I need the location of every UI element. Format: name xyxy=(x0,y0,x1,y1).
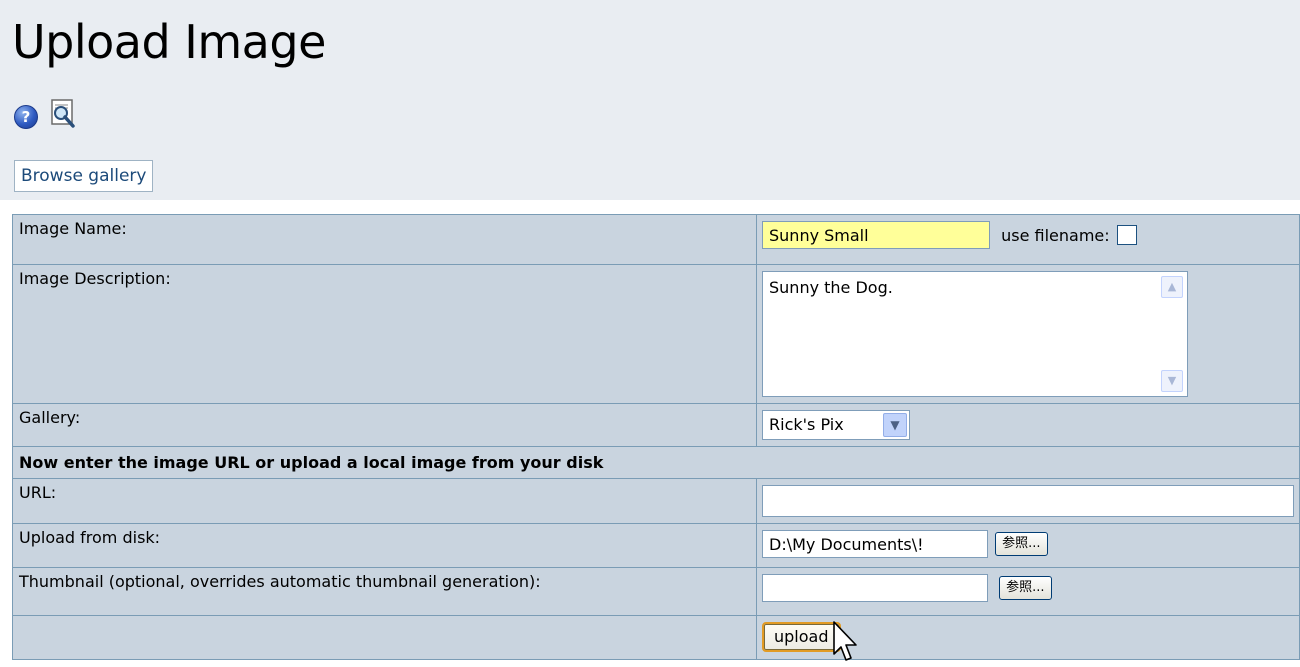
upload-form-table: Image Name: use filename: Image Descript… xyxy=(12,214,1300,660)
upload-browse-button[interactable]: 参照... xyxy=(995,532,1048,556)
image-description-textarea[interactable]: Sunny the Dog. ▲ ▼ xyxy=(762,271,1188,397)
scroll-down-icon[interactable]: ▼ xyxy=(1161,370,1183,392)
row-submit: upload xyxy=(12,615,1300,660)
row-url: URL: xyxy=(12,478,1300,524)
gallery-label: Gallery: xyxy=(12,403,757,447)
upload-file-input[interactable] xyxy=(762,530,988,558)
mouse-pointer-icon xyxy=(833,621,857,661)
row-image-name: Image Name: use filename: xyxy=(12,214,1300,265)
thumbnail-label: Thumbnail (optional, overrides automatic… xyxy=(12,567,757,616)
help-icon[interactable]: ? xyxy=(14,105,38,129)
row-gallery: Gallery: Rick's Pix ▼ xyxy=(12,403,1300,447)
scroll-up-icon[interactable]: ▲ xyxy=(1161,276,1183,298)
image-description-text: Sunny the Dog. xyxy=(769,278,893,297)
upload-button[interactable]: upload xyxy=(762,622,841,652)
image-name-cell: use filename: xyxy=(756,214,1300,265)
page-title: Upload Image xyxy=(12,15,326,69)
gallery-selected-value: Rick's Pix xyxy=(769,415,844,434)
browse-gallery-link[interactable]: Browse gallery xyxy=(14,160,154,192)
image-name-input[interactable] xyxy=(762,221,990,249)
submit-label-cell xyxy=(12,615,757,660)
section-heading: Now enter the image URL or upload a loca… xyxy=(12,446,1300,479)
use-filename-label: use filename: xyxy=(1001,225,1110,245)
use-filename-checkbox[interactable] xyxy=(1116,225,1137,245)
row-section-heading: Now enter the image URL or upload a loca… xyxy=(12,446,1300,479)
url-cell xyxy=(756,478,1300,524)
upload-from-disk-cell: 参照... xyxy=(756,523,1300,568)
row-upload-from-disk: Upload from disk: 参照... xyxy=(12,523,1300,568)
row-thumbnail: Thumbnail (optional, overrides automatic… xyxy=(12,567,1300,616)
upload-image-page: Upload Image ? Browse gallery Image Name… xyxy=(0,0,1300,667)
magnifier-icon[interactable] xyxy=(46,98,80,130)
thumbnail-cell: 参照... xyxy=(756,567,1300,616)
upload-from-disk-label: Upload from disk: xyxy=(12,523,757,568)
row-image-description: Image Description: Sunny the Dog. ▲ ▼ xyxy=(12,264,1300,404)
chevron-down-icon[interactable]: ▼ xyxy=(883,413,907,437)
thumbnail-browse-button[interactable]: 参照... xyxy=(999,576,1052,600)
image-name-label: Image Name: xyxy=(12,214,757,265)
url-label: URL: xyxy=(12,478,757,524)
url-input[interactable] xyxy=(762,485,1294,517)
image-description-cell: Sunny the Dog. ▲ ▼ xyxy=(756,264,1300,404)
textarea-scrollbar[interactable]: ▲ ▼ xyxy=(1161,276,1183,392)
gallery-select[interactable]: Rick's Pix ▼ xyxy=(762,410,910,440)
gallery-cell: Rick's Pix ▼ xyxy=(756,403,1300,447)
thumbnail-file-input[interactable] xyxy=(762,574,988,602)
image-description-label: Image Description: xyxy=(12,264,757,404)
